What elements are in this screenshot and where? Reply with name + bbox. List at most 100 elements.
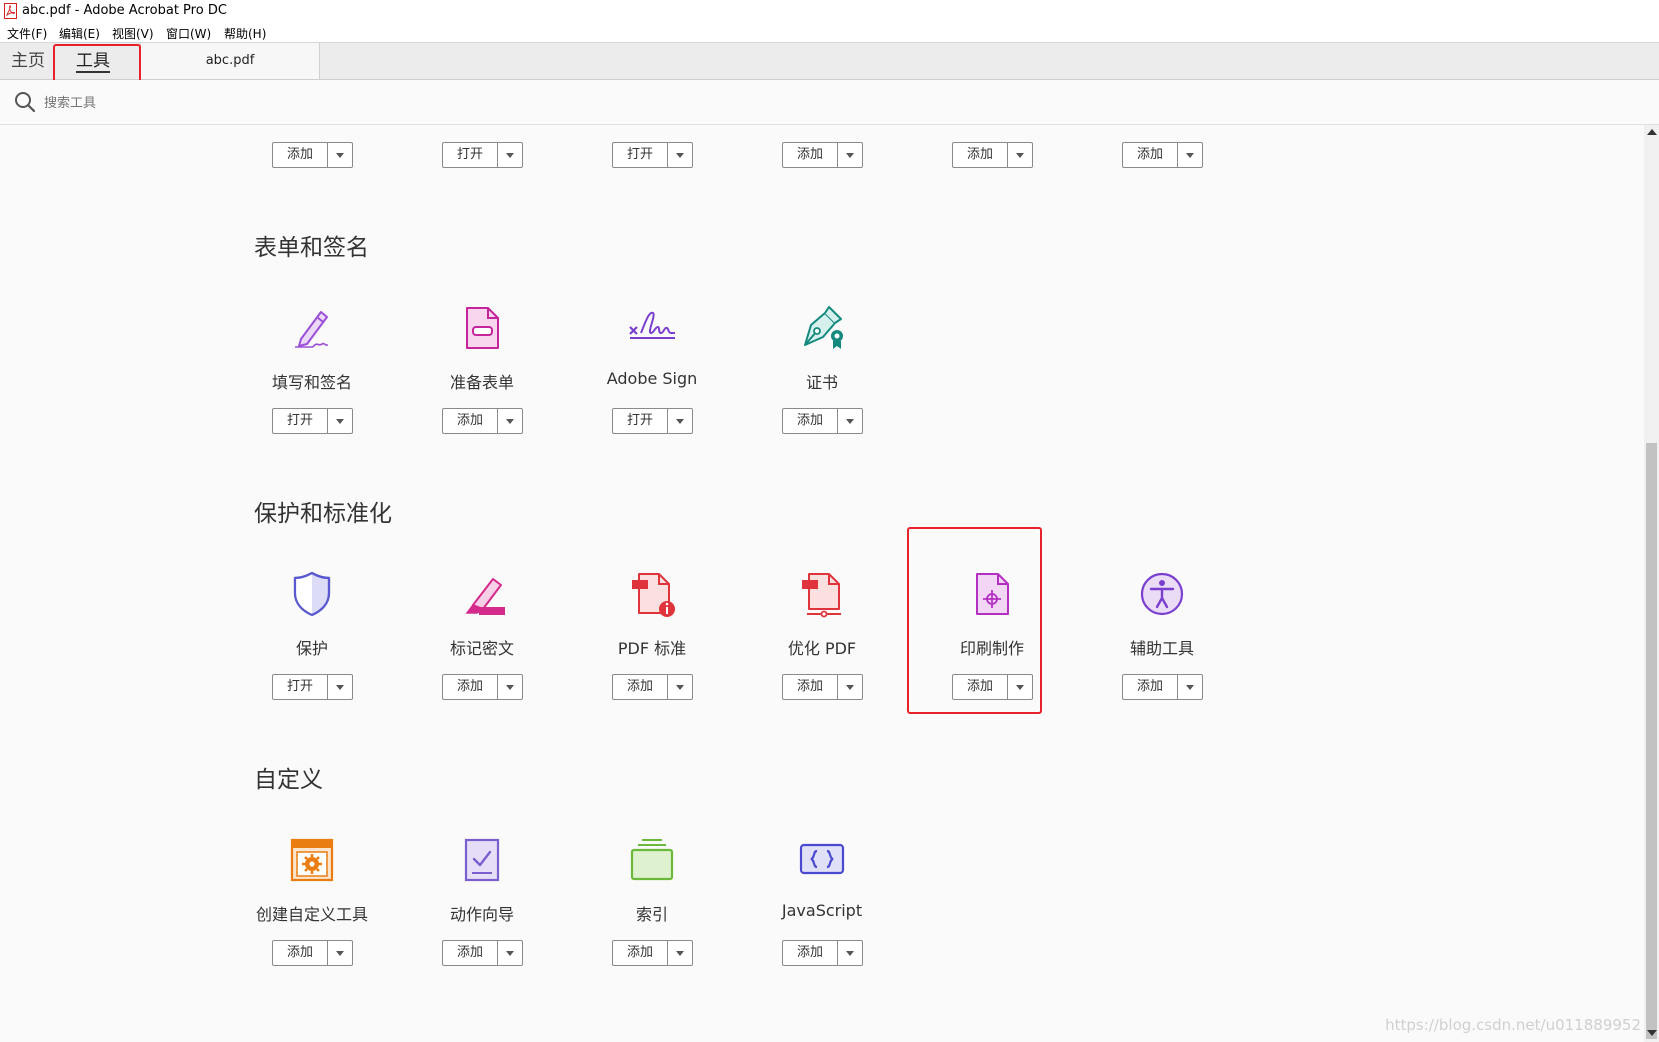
tool-action-button[interactable]: 打开: [613, 143, 668, 167]
tool-split-button[interactable]: 添加: [782, 674, 863, 700]
tool-split-button[interactable]: 添加: [442, 408, 523, 434]
tool-label: Adobe Sign: [606, 369, 698, 388]
tool-split-button[interactable]: 打开: [272, 408, 353, 434]
tool-action-button[interactable]: 打开: [273, 409, 328, 433]
index-icon: [630, 839, 674, 881]
tool-label: 准备表单: [449, 373, 514, 392]
accessibility-icon: [1140, 572, 1184, 616]
title-bar: abc.pdf - Adobe Acrobat Pro DC: [0, 0, 1659, 22]
tool-label: 辅助工具: [1129, 639, 1194, 658]
menu-bar: 文件(F) 编辑(E) 视图(V) 窗口(W) 帮助(H): [0, 22, 1659, 43]
tool-label: JavaScript: [781, 901, 863, 920]
scroll-up-icon[interactable]: [1647, 129, 1657, 135]
chevron-down-icon[interactable]: [838, 143, 862, 167]
tool-action-button[interactable]: 添加: [613, 675, 668, 699]
fill-sign-icon: [295, 311, 329, 348]
chevron-down-icon[interactable]: [838, 409, 862, 433]
pdf-standards-icon: [632, 573, 675, 617]
chevron-down-icon[interactable]: [668, 675, 692, 699]
action-wizard-icon: [464, 838, 500, 882]
chevron-down-icon[interactable]: [1178, 143, 1202, 167]
tool-split-button[interactable]: 添加: [1122, 674, 1203, 700]
scroll-thumb[interactable]: [1646, 443, 1657, 1039]
tool-action-button[interactable]: 打开: [613, 409, 668, 433]
tool-action-button[interactable]: 添加: [1123, 143, 1178, 167]
chevron-down-icon[interactable]: [668, 409, 692, 433]
optimize-pdf-icon: [802, 573, 841, 618]
tool-action-button[interactable]: 打开: [273, 675, 328, 699]
tab-document[interactable]: abc.pdf: [140, 43, 320, 79]
chevron-down-icon[interactable]: [1178, 675, 1202, 699]
tool-action-button[interactable]: 添加: [443, 409, 498, 433]
menu-file[interactable]: 文件(F): [7, 25, 47, 42]
chevron-down-icon[interactable]: [498, 941, 522, 965]
tool-split-button[interactable]: 打开: [442, 142, 523, 168]
tool-action-button[interactable]: 添加: [953, 143, 1008, 167]
watermark: https://blog.csdn.net/u011889952: [1385, 1016, 1641, 1034]
certificate-icon: [804, 306, 843, 349]
scroll-down-icon[interactable]: [1647, 1030, 1657, 1036]
menu-help[interactable]: 帮助(H): [224, 25, 266, 42]
tool-action-button[interactable]: 添加: [443, 675, 498, 699]
tool-split-button[interactable]: 添加: [952, 142, 1033, 168]
tool-action-button[interactable]: 添加: [783, 675, 838, 699]
tool-split-button[interactable]: 打开: [612, 142, 693, 168]
tool-label: 动作向导: [449, 905, 514, 924]
menu-edit[interactable]: 编辑(E): [59, 25, 100, 42]
tool-label: 保护: [295, 639, 328, 658]
tool-split-button[interactable]: 添加: [272, 142, 353, 168]
chevron-down-icon[interactable]: [838, 941, 862, 965]
tool-label: 证书: [805, 373, 838, 392]
tool-split-button[interactable]: 添加: [272, 940, 353, 966]
print-production-highlight: [907, 527, 1042, 714]
chevron-down-icon[interactable]: [1008, 143, 1032, 167]
shield-icon: [293, 571, 331, 617]
menu-window[interactable]: 窗口(W): [166, 25, 211, 42]
tool-label: 优化 PDF: [787, 639, 857, 658]
section-title: 表单和签名: [254, 235, 369, 261]
tool-split-button[interactable]: 添加: [782, 142, 863, 168]
tool-action-button[interactable]: 添加: [273, 143, 328, 167]
chevron-down-icon[interactable]: [328, 143, 352, 167]
tool-action-button[interactable]: 添加: [1123, 675, 1178, 699]
search-tools-input[interactable]: [42, 92, 346, 114]
window-title: abc.pdf - Adobe Acrobat Pro DC: [22, 3, 227, 18]
chevron-down-icon[interactable]: [328, 409, 352, 433]
chevron-down-icon[interactable]: [498, 675, 522, 699]
tool-action-button[interactable]: 添加: [443, 941, 498, 965]
tool-label: 索引: [635, 905, 668, 924]
tool-search-bar: [0, 80, 1659, 125]
tool-split-button[interactable]: 添加: [442, 940, 523, 966]
javascript-icon: [799, 843, 845, 875]
tool-action-button[interactable]: 添加: [783, 143, 838, 167]
tool-action-button[interactable]: 打开: [443, 143, 498, 167]
chevron-down-icon[interactable]: [668, 143, 692, 167]
tool-label: PDF 标准: [617, 639, 687, 658]
redact-icon: [465, 578, 505, 615]
section-title: 保护和标准化: [254, 501, 392, 527]
chevron-down-icon[interactable]: [498, 409, 522, 433]
chevron-down-icon[interactable]: [838, 675, 862, 699]
tool-action-button[interactable]: 添加: [273, 941, 328, 965]
tool-split-button[interactable]: 添加: [782, 408, 863, 434]
tool-split-button[interactable]: 添加: [612, 674, 693, 700]
tool-split-button[interactable]: 打开: [272, 674, 353, 700]
chevron-down-icon[interactable]: [328, 675, 352, 699]
tool-split-button[interactable]: 添加: [442, 674, 523, 700]
tool-action-button[interactable]: 添加: [613, 941, 668, 965]
tool-split-button[interactable]: 添加: [782, 940, 863, 966]
tab-home[interactable]: 主页: [6, 43, 50, 79]
chevron-down-icon[interactable]: [498, 143, 522, 167]
search-icon: [15, 92, 36, 113]
tool-split-button[interactable]: 添加: [612, 940, 693, 966]
vertical-scrollbar[interactable]: [1644, 125, 1659, 1042]
chevron-down-icon[interactable]: [328, 941, 352, 965]
tool-split-button[interactable]: 添加: [1122, 142, 1203, 168]
chevron-down-icon[interactable]: [668, 941, 692, 965]
tool-action-button[interactable]: 添加: [783, 409, 838, 433]
tool-action-button[interactable]: 添加: [783, 941, 838, 965]
tool-split-button[interactable]: 打开: [612, 408, 693, 434]
menu-view[interactable]: 视图(V): [112, 25, 154, 42]
custom-tool-icon: [290, 838, 334, 882]
tool-label: 填写和签名: [271, 373, 352, 392]
